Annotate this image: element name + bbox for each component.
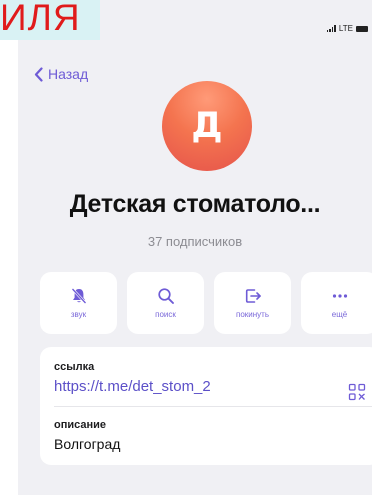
signal-icon	[326, 25, 336, 32]
channel-link[interactable]: https://t.me/det_stom_2	[54, 378, 368, 395]
qr-code-icon[interactable]	[348, 383, 366, 401]
more-button[interactable]: ещё	[301, 272, 372, 334]
channel-info-screen: LTE Назад Д Детская стоматоло... 37 подп…	[18, 0, 372, 495]
leave-icon	[245, 289, 261, 303]
overlay-label-text: ИЛЯ	[0, 0, 81, 38]
action-bar: звук поиск покинуть ещё	[40, 272, 372, 334]
screenshot-frame: ИЛЯ LTE Назад Д Детская стоматоло... 37 …	[0, 0, 372, 495]
channel-avatar[interactable]: Д	[162, 81, 252, 171]
search-button[interactable]: поиск	[127, 272, 204, 334]
search-button-label: поиск	[155, 310, 176, 319]
back-button-label: Назад	[48, 66, 89, 82]
description-row: описание Волгоград	[54, 419, 368, 452]
back-button[interactable]: Назад	[34, 66, 88, 82]
sound-button-label: звук	[70, 310, 87, 319]
link-label: ссылка	[54, 361, 95, 373]
battery-icon	[356, 25, 368, 32]
avatar-letter: Д	[191, 106, 223, 146]
more-icon	[332, 294, 347, 298]
leave-button[interactable]: покинуть	[214, 272, 291, 334]
description-value: Волгоград	[54, 436, 121, 452]
bell-icon	[71, 288, 86, 304]
overlay-label: ИЛЯ	[0, 0, 100, 40]
channel-info-card: ссылка https://t.me/det_stom_2 описание …	[40, 347, 372, 465]
network-type: LTE	[338, 24, 353, 33]
search-icon	[157, 288, 174, 304]
description-label: описание	[54, 419, 107, 431]
subscriber-count: 37 подписчиков	[147, 234, 243, 249]
chevron-left-icon	[34, 66, 43, 82]
sound-button[interactable]: звук	[40, 272, 117, 334]
info-divider	[54, 406, 372, 407]
link-row: ссылка https://t.me/det_stom_2	[54, 361, 368, 401]
more-button-label: ещё	[331, 310, 348, 319]
status-bar: LTE	[326, 24, 368, 33]
channel-title: Детская стоматоло...	[69, 190, 321, 218]
leave-button-label: покинуть	[236, 310, 269, 319]
